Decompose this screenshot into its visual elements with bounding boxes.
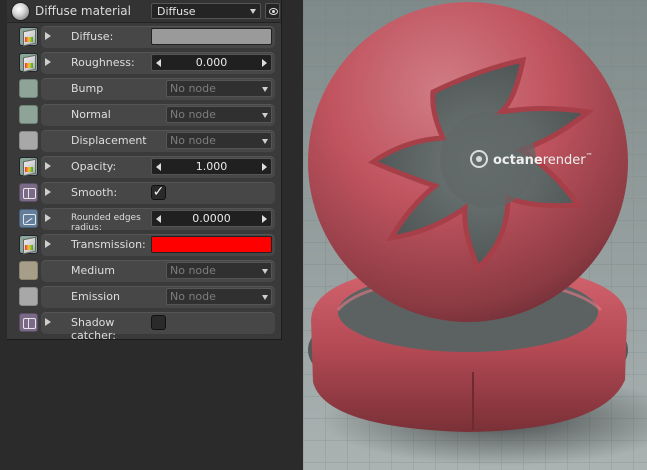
roughness-spinner[interactable]: 0.000 [151, 54, 272, 71]
logo-text-octane: octane [493, 153, 543, 168]
param-row-opacity: Opacity: 1.000 [17, 156, 275, 178]
material-preview-sphere-icon[interactable] [11, 2, 30, 21]
bump-node-select[interactable]: No node [166, 80, 272, 97]
rounded-edges-spinner[interactable]: 0.0000 [151, 210, 272, 227]
opacity-value: 1.000 [195, 160, 228, 173]
param-label-opacity: Opacity: [71, 160, 117, 173]
render-viewport[interactable]: octanerender™ [303, 0, 647, 470]
material-panel: Diffuse material Diffuse Diffuse: Roughn… [0, 0, 303, 470]
displacement-node-value: No node [170, 134, 216, 147]
param-label-roughness: Roughness: [71, 56, 135, 69]
param-label-displacement: Displacement [71, 134, 147, 147]
expand-arrow-icon[interactable] [45, 162, 51, 170]
chevron-down-icon [250, 9, 256, 14]
emission-node-value: No node [170, 290, 216, 303]
normal-node-value: No node [170, 108, 216, 121]
expand-arrow-icon[interactable] [45, 240, 51, 248]
expand-arrow-icon[interactable] [45, 32, 51, 40]
smooth-checkbox[interactable]: ✓ [151, 185, 166, 200]
chevron-down-icon [262, 139, 268, 144]
rounded-edges-value: 0.0000 [192, 212, 231, 225]
param-label-normal: Normal [71, 108, 111, 121]
shadow-catcher-checkbox[interactable] [151, 315, 166, 330]
normal-node-icon[interactable] [19, 105, 38, 124]
param-label-emission: Emission [71, 290, 120, 303]
roughness-value: 0.000 [195, 56, 228, 69]
bool-icon[interactable] [19, 183, 38, 202]
param-label-medium: Medium [71, 264, 115, 277]
transmission-color-swatch[interactable] [151, 236, 272, 253]
param-row-smooth: Smooth: ✓ [17, 182, 275, 204]
material-type-select[interactable]: Diffuse [151, 3, 261, 19]
decrement-arrow-icon[interactable] [156, 215, 161, 223]
medium-node-value: No node [170, 264, 216, 277]
chevron-down-icon [262, 295, 268, 300]
opacity-spinner[interactable]: 1.000 [151, 158, 272, 175]
displacement-node-icon[interactable] [19, 131, 38, 150]
medium-node-select[interactable]: No node [166, 262, 272, 279]
param-row-rounded-edges: Rounded edges radius: 0.0000 [17, 208, 275, 233]
chevron-down-icon [262, 113, 268, 118]
expand-arrow-icon[interactable] [45, 318, 51, 326]
render-preview-image: octanerender™ [303, 0, 647, 470]
param-row-displacement: Displacement No node [17, 130, 275, 152]
texture-icon[interactable] [19, 53, 38, 72]
param-row-emission: Emission No node [17, 286, 275, 308]
param-label-smooth: Smooth: [71, 186, 118, 199]
param-row-diffuse: Diffuse: [17, 26, 275, 48]
medium-node-icon[interactable] [19, 261, 38, 280]
bump-node-value: No node [170, 82, 216, 95]
decrement-arrow-icon[interactable] [156, 163, 161, 171]
expand-arrow-icon[interactable] [45, 214, 51, 222]
increment-arrow-icon[interactable] [262, 163, 267, 171]
logo-trademark: ™ [586, 152, 593, 160]
bool-icon[interactable] [19, 313, 38, 332]
param-row-medium: Medium No node [17, 260, 275, 282]
diffuse-color-swatch[interactable] [151, 28, 272, 45]
texture-icon[interactable] [19, 157, 38, 176]
increment-arrow-icon[interactable] [262, 59, 267, 67]
expand-arrow-icon[interactable] [45, 58, 51, 66]
normal-node-select[interactable]: No node [166, 106, 272, 123]
decrement-arrow-icon[interactable] [156, 59, 161, 67]
param-label-diffuse: Diffuse: [71, 30, 114, 43]
chevron-down-icon [262, 87, 268, 92]
param-label-bump: Bump [71, 82, 104, 95]
param-row-transmission: Transmission: [17, 234, 275, 256]
expand-arrow-icon[interactable] [45, 188, 51, 196]
increment-arrow-icon[interactable] [262, 215, 267, 223]
param-label-transmission: Transmission: [71, 238, 146, 251]
material-title: Diffuse material [35, 4, 131, 18]
texture-icon[interactable] [19, 27, 38, 46]
param-row-shadow-catcher: Shadow catcher: [17, 312, 275, 342]
param-label-rounded-edges: Rounded edges radius: [71, 213, 141, 233]
param-row-roughness: Roughness: 0.000 [17, 52, 275, 74]
logo-text-render: render [543, 153, 587, 168]
chevron-down-icon [262, 269, 268, 274]
emission-node-select[interactable]: No node [166, 288, 272, 305]
param-row-normal: Normal No node [17, 104, 275, 126]
visibility-eye-icon[interactable] [265, 3, 280, 19]
param-label-shadow-catcher: Shadow catcher: [71, 316, 116, 342]
displacement-node-select[interactable]: No node [166, 132, 272, 149]
param-row-bump: Bump No node [17, 78, 275, 100]
material-header: Diffuse material Diffuse [7, 0, 281, 23]
emission-node-icon[interactable] [19, 287, 38, 306]
float-icon[interactable] [19, 209, 38, 228]
material-type-value: Diffuse [157, 5, 196, 18]
svg-text:octanerender™: octanerender™ [493, 152, 593, 168]
bump-node-icon[interactable] [19, 79, 38, 98]
texture-icon[interactable] [19, 235, 38, 254]
